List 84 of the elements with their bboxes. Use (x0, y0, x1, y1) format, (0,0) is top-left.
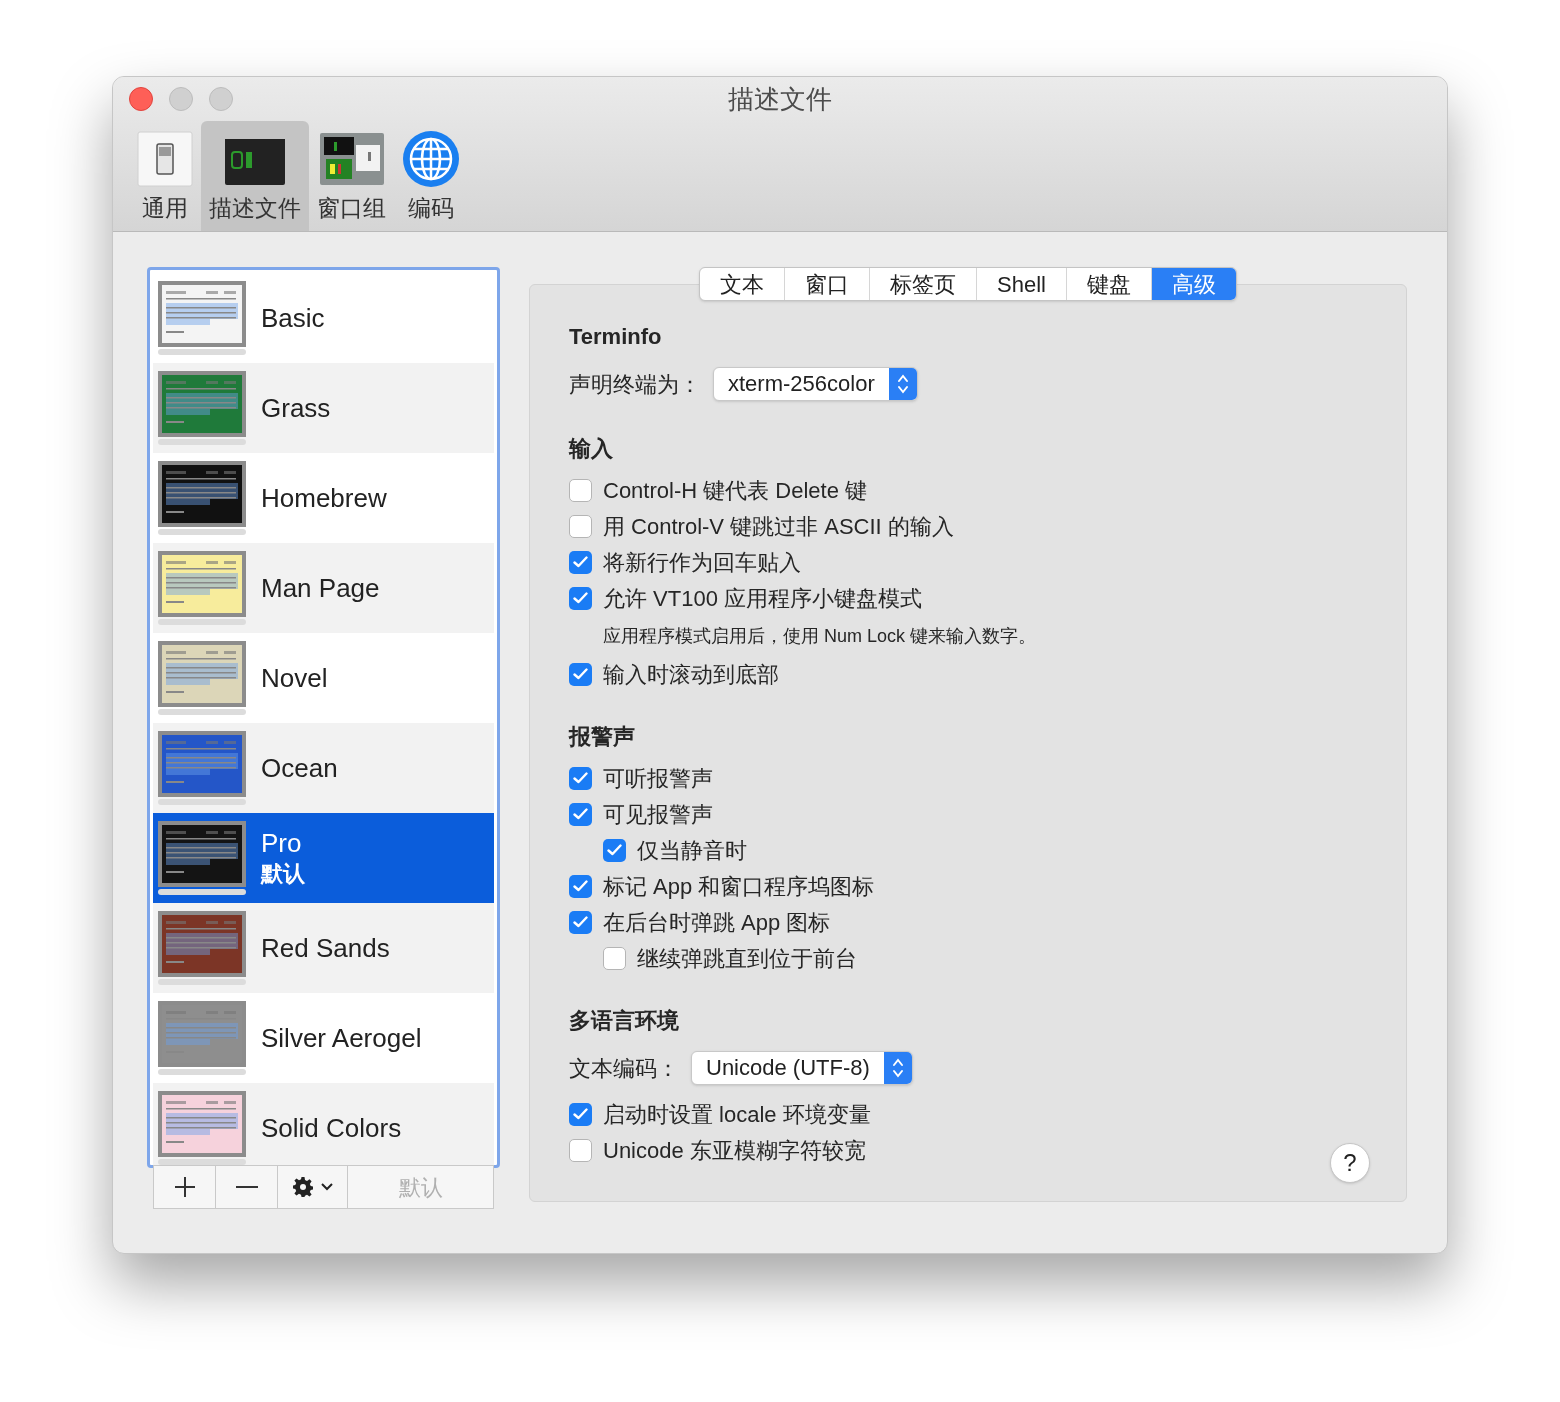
checkbox[interactable] (569, 478, 592, 502)
stepper-chevrons-icon (891, 1057, 904, 1079)
checkbox[interactable] (569, 766, 592, 790)
field-label: 文本编码： (569, 1054, 679, 1083)
plus-icon (173, 1176, 196, 1198)
hint-text: 应用程序模式启用后，使用 Num Lock 键来输入数字。 (603, 624, 1037, 648)
settings-tab[interactable]: 高级 (1150, 268, 1236, 300)
checkbox[interactable] (569, 802, 592, 826)
checkmark-icon (573, 592, 588, 604)
toolbar-tab[interactable]: 通用 (129, 121, 201, 231)
checkbox-label: 标记 App 和窗口程序坞图标 (603, 872, 875, 901)
popup-select[interactable]: Unicode (UTF-8) (691, 1051, 913, 1085)
popup-select[interactable]: xterm-256color (713, 367, 918, 401)
checkmark-icon (573, 916, 588, 928)
checkbox-label: 可听报警声 (603, 764, 713, 793)
checkmark-icon (573, 668, 588, 680)
profile-name: Ocean (261, 752, 338, 784)
checkbox[interactable] (569, 1138, 592, 1162)
profile-name: Red Sands (261, 932, 390, 964)
close-button[interactable] (129, 87, 153, 111)
checkbox[interactable] (569, 550, 592, 574)
checkbox[interactable] (569, 910, 592, 934)
checkbox[interactable] (569, 514, 592, 538)
settings-tab[interactable]: Shell (976, 268, 1066, 300)
checkbox-label: 在后台时弹跳 App 图标 (603, 908, 831, 937)
checkbox-label: 启动时设置 locale 环境变量 (603, 1100, 871, 1129)
checkbox-label: 用 Control-V 键跳过非 ASCII 的输入 (603, 512, 954, 541)
checkbox-label: 允许 VT100 应用程序小键盘模式 (603, 584, 923, 613)
checkbox[interactable] (569, 586, 592, 610)
window-group-icon (319, 133, 384, 185)
stepper-chevrons-icon (896, 373, 909, 395)
window-title: 描述文件 (728, 82, 832, 116)
settings-tab[interactable]: 窗口 (784, 268, 870, 300)
terminal-icon (224, 132, 286, 186)
checkbox-label: 可见报警声 (603, 800, 713, 829)
toolbar-tab[interactable]: 窗口组 (309, 121, 394, 231)
checkmark-icon (573, 808, 588, 820)
settings-tab[interactable]: 键盘 (1065, 268, 1151, 300)
checkmark-icon (573, 1108, 588, 1120)
profile-row[interactable]: Ocean (153, 723, 494, 813)
profile-name: Solid Colors (261, 1112, 402, 1144)
checkbox[interactable] (603, 838, 626, 862)
checkbox-label: 将新行作为回车贴入 (603, 548, 801, 577)
profile-row[interactable]: Solid Colors (153, 1083, 494, 1165)
profile-name: Homebrew (261, 482, 387, 514)
checkbox[interactable] (569, 1102, 592, 1126)
profile-name: Novel (261, 662, 328, 694)
section-heading: Terminfo (569, 322, 662, 351)
settings-tab[interactable]: 标签页 (869, 268, 977, 300)
settings-tab[interactable]: 文本 (700, 268, 785, 300)
profile-name: Basic (261, 302, 325, 334)
chevron-down-icon (320, 1183, 333, 1191)
profile-name: Man Page (261, 572, 380, 604)
section-heading: 输入 (569, 434, 613, 463)
checkbox[interactable] (569, 662, 592, 686)
checkbox-label: Control-H 键代表 Delete 键 (603, 476, 868, 505)
checkbox[interactable] (603, 946, 626, 970)
checkmark-icon (573, 772, 588, 784)
section-heading: 多语言环境 (569, 1006, 679, 1035)
default-label: 默认 (261, 860, 305, 888)
toolbar-tab[interactable]: 描述文件 (201, 121, 309, 231)
checkmark-icon (573, 880, 588, 892)
checkmark-icon (607, 844, 622, 856)
checkmark-icon (573, 556, 588, 568)
checkbox-label: 仅当静音时 (637, 836, 747, 865)
profile-name: Grass (261, 392, 331, 424)
profile-row[interactable]: Pro 默认 (153, 813, 494, 903)
checkbox-label: 继续弹跳直到位于前台 (637, 944, 857, 973)
checkbox-label: Unicode 东亚模糊字符较宽 (603, 1136, 866, 1165)
switch-icon (137, 131, 193, 187)
checkbox-label: 输入时滚动到底部 (603, 660, 779, 689)
field-label: 声明终端为： (569, 370, 701, 399)
gear-icon (292, 1177, 313, 1197)
profile-row[interactable]: Red Sands (153, 903, 494, 993)
profile-row[interactable]: Grass (153, 363, 494, 453)
profile-row[interactable]: Man Page (153, 543, 494, 633)
toolbar-tab[interactable]: 编码 (394, 121, 468, 231)
checkbox[interactable] (569, 874, 592, 898)
help-button[interactable]: ? (1330, 1143, 1370, 1183)
minus-icon (235, 1185, 258, 1189)
globe-icon (402, 130, 460, 188)
profile-name: Pro (261, 827, 303, 859)
profile-name: Silver Aerogel (261, 1022, 422, 1054)
section-heading: 报警声 (569, 722, 635, 751)
